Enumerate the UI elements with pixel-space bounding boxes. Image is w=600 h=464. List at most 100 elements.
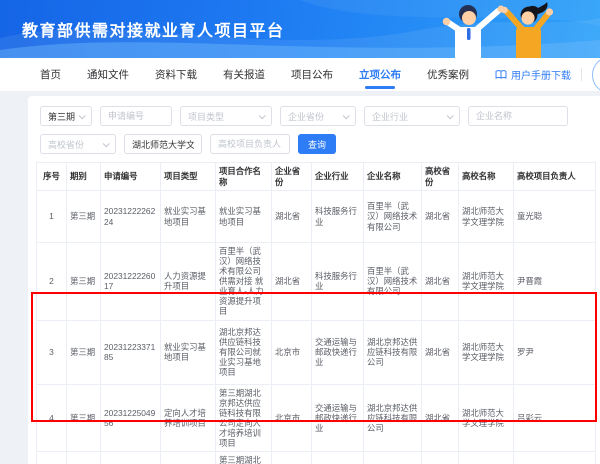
table-cell: 湖北省	[422, 320, 459, 384]
page-title: 教育部供需对接就业育人项目平台	[22, 17, 285, 41]
table-cell: 湖北京邦达供应链科技有限公司	[364, 320, 422, 384]
table-cell: 重点群体就业帮扶项目	[161, 452, 216, 464]
table-row: 4第三期2023122504956定向人才培养培训项目第三期湖北京邦达供应链科技…	[37, 384, 596, 451]
table-cell: 湖北省	[272, 191, 312, 243]
nav-item-reports[interactable]: 有关报道	[223, 58, 265, 92]
column-header: 申请编号	[101, 163, 161, 191]
table-cell: 第三期	[67, 452, 101, 464]
table-cell: 交通运输与邮政快递行业	[312, 452, 364, 464]
period-select[interactable]: 第三期	[40, 106, 92, 126]
enterprise-industry-placeholder: 企业行业	[372, 110, 408, 123]
table-cell: 第三期	[67, 320, 101, 384]
login-button[interactable]: 登录	[592, 56, 600, 94]
university-name-input[interactable]	[124, 134, 202, 154]
table-cell: 第三期	[67, 243, 101, 321]
application-number-input[interactable]	[100, 106, 172, 126]
table-cell: 2023122226017	[101, 243, 161, 321]
column-header: 企业行业	[312, 163, 364, 191]
highfive-illustration	[412, 0, 592, 58]
table-cell: 就业实习基地项目	[216, 191, 272, 243]
project-type-select[interactable]: 项目类型	[180, 106, 272, 126]
table-cell: 湖北师范大学文理学院	[459, 243, 514, 321]
table-cell: 2023122250083	[101, 452, 161, 464]
column-header: 项目合作名称	[216, 163, 272, 191]
table-cell: 湖北省	[272, 243, 312, 321]
table-cell: 4	[37, 384, 67, 451]
enterprise-name-input[interactable]	[468, 106, 568, 126]
table-cell: 5	[37, 452, 67, 464]
column-header: 企业名称	[364, 163, 422, 191]
table-cell: 2	[37, 243, 67, 321]
table-cell: 罗尹	[514, 320, 596, 384]
nav-item-best-cases[interactable]: 优秀案例	[427, 58, 469, 92]
column-header: 高校名称	[459, 163, 514, 191]
chevron-down-icon	[259, 112, 266, 119]
table-cell: 第三期湖北京邦达供应链科技有限公司定向人才培养培训项目	[216, 384, 272, 451]
nav-right-group: 用户手册下载 登录	[495, 56, 600, 94]
results-table: 序号期别申请编号项目类型项目合作名称企业省份企业行业企业名称高校省份高校名称高校…	[36, 162, 596, 464]
search-button[interactable]: 查询	[298, 134, 336, 154]
table-cell: 湖北师范大学文理学院	[459, 452, 514, 464]
table-cell: 就业实习基地项目	[161, 320, 216, 384]
chevron-down-icon	[79, 112, 86, 119]
table-body: 1第三期2023122226224就业实习基地项目就业实习基地项目湖北省科技服务…	[37, 191, 596, 464]
table-cell: 人力资源提升项目	[161, 243, 216, 321]
table-cell: 湖北省	[422, 384, 459, 451]
nav-item-notices[interactable]: 通知文件	[87, 58, 129, 92]
nav-bar: 首页 通知文件 资料下载 有关报道 项目公布 立项公布 优秀案例 用户手册下载 …	[0, 58, 600, 92]
content-card: 第三期 项目类型 企业省份 企业行业 高校省份 查询 序号期别申请编号项目类型项…	[28, 96, 600, 464]
user-manual-label: 用户手册下载	[511, 67, 571, 82]
table-cell: 科技服务行业	[312, 191, 364, 243]
filter-row-2: 高校省份 查询	[40, 134, 595, 154]
table-cell: 湖北省	[422, 452, 459, 464]
table-row: 3第三期2023122337185就业实习基地项目湖北京邦达供应链科技有限公司就…	[37, 320, 596, 384]
chevron-down-icon	[343, 112, 350, 119]
chevron-down-icon	[103, 140, 110, 147]
table-cell: 北京市	[272, 452, 312, 464]
table-cell: 1	[37, 191, 67, 243]
enterprise-province-placeholder: 企业省份	[288, 110, 324, 123]
period-select-value: 第三期	[48, 110, 75, 123]
table-cell: 北京市	[272, 320, 312, 384]
table-cell: 湖北省	[422, 243, 459, 321]
book-icon	[495, 69, 507, 80]
table-cell: 百里半（武汉）网络技术有限公司	[364, 243, 422, 321]
column-header: 期别	[67, 163, 101, 191]
table-cell: 尹晋霞	[514, 243, 596, 321]
table-cell: 北京市	[272, 384, 312, 451]
enterprise-province-select[interactable]: 企业省份	[280, 106, 356, 126]
university-leader-input[interactable]	[210, 134, 290, 154]
user-manual-link[interactable]: 用户手册下载	[495, 67, 571, 82]
table-cell: 交通运输与邮政快递行业	[312, 384, 364, 451]
table-cell: 湖北京邦达供应链科技有限公司	[364, 384, 422, 451]
table-cell: 湖北省	[422, 191, 459, 243]
university-province-select[interactable]: 高校省份	[40, 134, 116, 154]
table-cell: 2023122337185	[101, 320, 161, 384]
nav-item-project-publish[interactable]: 项目公布	[291, 58, 333, 92]
table-cell: 第三期湖北京邦达供应链科技有限公司供需对接就业育人重点群体就业帮扶项目	[216, 452, 272, 464]
enterprise-industry-select[interactable]: 企业行业	[364, 106, 460, 126]
table-row: 1第三期2023122226224就业实习基地项目就业实习基地项目湖北省科技服务…	[37, 191, 596, 243]
table-cell: 湖北京邦达供应链科技有限公司就业实习基地项目	[216, 320, 272, 384]
filter-row-1: 第三期 项目类型 企业省份 企业行业	[40, 106, 595, 126]
table-cell: 2023122226224	[101, 191, 161, 243]
table-row: 5第三期2023122250083重点群体就业帮扶项目第三期湖北京邦达供应链科技…	[37, 452, 596, 464]
nav-item-approval-publish[interactable]: 立项公布	[359, 58, 401, 92]
table-cell: 定向人才培养培训项目	[161, 384, 216, 451]
table-cell: 百里半（武汉）网络技术有限公司供需对接 就业育人-人力资源提升项目	[216, 243, 272, 321]
table-cell: 湖北京邦达供应链科技有限公司	[364, 452, 422, 464]
column-header: 高校项目负责人	[514, 163, 596, 191]
table-cell: 第三期	[67, 384, 101, 451]
table-cell: 湖北师范大学文理学院	[459, 320, 514, 384]
column-header: 企业省份	[272, 163, 312, 191]
table-cell: 湖北师范大学文理学院	[459, 384, 514, 451]
table-cell: 3	[37, 320, 67, 384]
table-cell: 湖北师范大学文理学院	[459, 191, 514, 243]
column-header: 序号	[37, 163, 67, 191]
table-cell: 第三期	[67, 191, 101, 243]
nav-item-downloads[interactable]: 资料下载	[155, 58, 197, 92]
nav-item-home[interactable]: 首页	[40, 58, 61, 92]
table-cell: 童光聪	[514, 191, 596, 243]
table-header: 序号期别申请编号项目类型项目合作名称企业省份企业行业企业名称高校省份高校名称高校…	[37, 163, 596, 191]
column-header: 项目类型	[161, 163, 216, 191]
